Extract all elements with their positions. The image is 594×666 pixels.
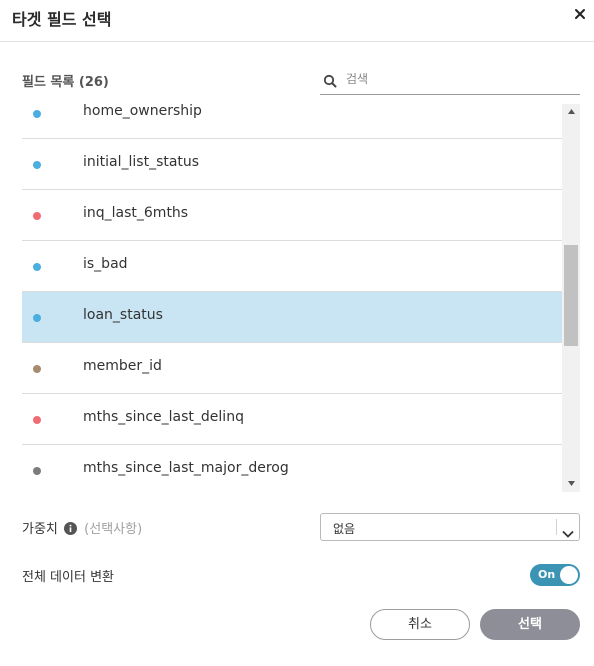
field-name: mths_since_last_delinq: [83, 409, 244, 425]
weight-select-value: 없음: [333, 522, 356, 536]
dialog-header: 타겟 필드 선택: [0, 0, 594, 42]
field-name: home_ownership: [83, 104, 202, 119]
field-row[interactable]: initial_list_status: [22, 139, 562, 190]
field-row[interactable]: mths_since_last_major_derog: [22, 445, 562, 492]
scroll-down-button[interactable]: [562, 476, 580, 492]
field-name: member_id: [83, 358, 162, 374]
field-type-dot-icon: [33, 416, 41, 424]
dialog-title: 타겟 필드 선택: [12, 10, 112, 29]
toggle-knob: [560, 566, 578, 584]
info-icon[interactable]: [64, 522, 78, 539]
scroll-up-button[interactable]: [562, 104, 580, 120]
weight-label-text: 가중치: [22, 522, 58, 537]
field-type-dot-icon: [33, 365, 41, 373]
weight-select[interactable]: 없음: [320, 513, 580, 541]
select-button[interactable]: 선택: [480, 609, 580, 640]
search-box[interactable]: [320, 64, 580, 95]
field-row[interactable]: loan_status: [22, 292, 562, 343]
field-name: initial_list_status: [83, 154, 200, 170]
list-scrollbar[interactable]: [562, 104, 580, 492]
scroll-down-arrow-icon: [568, 481, 575, 486]
field-row[interactable]: home_ownership: [22, 104, 562, 139]
scroll-up-arrow-icon: [568, 109, 575, 114]
field-row[interactable]: inq_last_6mths: [22, 190, 562, 241]
field-type-dot-icon: [33, 467, 41, 475]
chevron-down-icon: [562, 523, 574, 542]
field-name: inq_last_6mths: [83, 205, 189, 221]
field-type-dot-icon: [33, 314, 41, 322]
search-icon: [323, 73, 337, 92]
transform-label: 전체 데이터 변환: [22, 570, 114, 585]
field-type-dot-icon: [33, 263, 41, 271]
close-icon: [575, 9, 585, 19]
close-button[interactable]: [572, 6, 588, 22]
search-input[interactable]: [346, 68, 574, 90]
field-name: is_bad: [83, 256, 128, 272]
transform-toggle[interactable]: On: [530, 564, 580, 586]
field-type-dot-icon: [33, 161, 41, 169]
weight-optional-label: (선택사항): [84, 522, 143, 537]
field-row[interactable]: is_bad: [22, 241, 562, 292]
cancel-button[interactable]: 취소: [370, 609, 470, 640]
weight-label: 가중치 (선택사항): [22, 518, 142, 539]
field-list[interactable]: home_ownership initial_list_status inq_las…: [22, 104, 580, 492]
field-name: mths_since_last_major_derog: [83, 460, 289, 476]
select-divider: [556, 519, 557, 535]
toggle-on-text: On: [538, 568, 556, 581]
field-type-dot-icon: [33, 212, 41, 220]
field-row[interactable]: member_id: [22, 343, 562, 394]
scroll-thumb[interactable]: [564, 245, 578, 346]
field-row[interactable]: mths_since_last_delinq: [22, 394, 562, 445]
field-list-label: 필드 목록 (26): [22, 75, 109, 90]
field-name: loan_status: [83, 307, 163, 323]
field-type-dot-icon: [33, 110, 41, 118]
